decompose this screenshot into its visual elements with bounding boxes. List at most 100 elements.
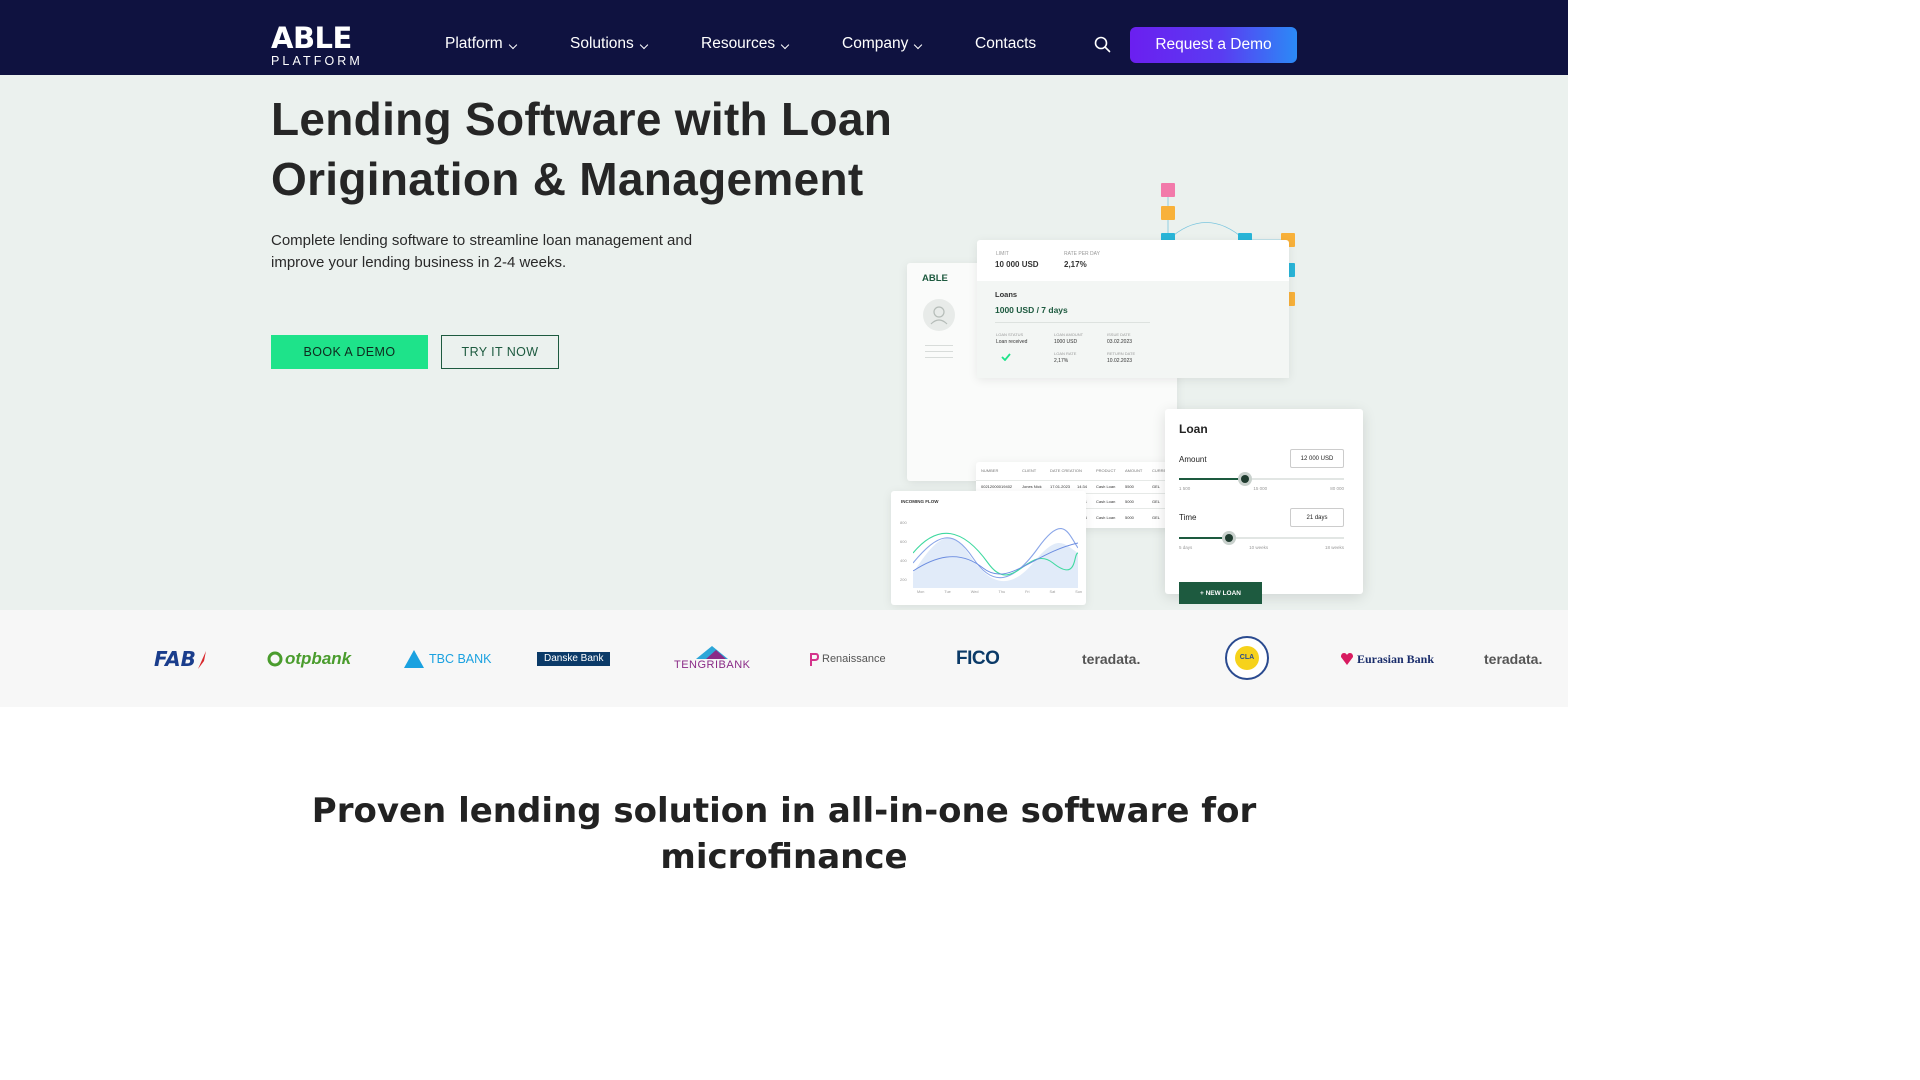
table-cell: Cash Loan <box>1096 515 1116 520</box>
partner-name: FICO <box>956 648 1000 669</box>
nav-solutions[interactable]: Solutions <box>570 35 649 53</box>
amount-max-label: 80 000 <box>1330 486 1344 491</box>
return-date-value: 10.02.2023 <box>1107 358 1133 364</box>
amount-input[interactable]: 12 000 USD <box>1290 449 1344 468</box>
time-slider-handle[interactable] <box>1221 531 1236 545</box>
logo-subtitle: PLATFORM <box>271 54 363 68</box>
incoming-flow-card: INCOMING FLOW 800 600 400 200 Mon Tue We… <box>891 491 1086 605</box>
loan-amount-value: 1000 USD <box>1054 339 1078 345</box>
flow-y-axis: 800 600 400 200 <box>900 513 912 589</box>
x-tick-label: Sat <box>1049 590 1056 594</box>
loan-amount-label: LOAN AMOUNT <box>1054 332 1084 337</box>
table-cell: 5000 <box>1125 499 1134 504</box>
y-tick-label: 400 <box>900 558 907 563</box>
table-header-cell: AMOUNT <box>1125 468 1143 473</box>
loan-rate-label: LOAN RATE <box>1054 351 1077 356</box>
able-platform-logo[interactable]: ABLE PLATFORM <box>271 21 363 69</box>
logo-wordmark: ABLE <box>271 21 352 55</box>
time-slider-track[interactable] <box>1179 531 1344 545</box>
hero-title: Lending Software with Loan Origination &… <box>271 93 893 205</box>
x-tick-label: Sun <box>1075 590 1082 594</box>
table-cell: GEL <box>1152 484 1161 489</box>
x-tick-label: Mon <box>917 590 925 594</box>
rate-value: 2,17% <box>1064 260 1087 269</box>
time-input[interactable]: 21 days <box>1290 508 1344 527</box>
chevron-down-icon <box>780 40 790 49</box>
partner-logo-danske: Danske Bank <box>537 645 611 673</box>
x-tick-label: Wed <box>970 590 979 594</box>
loan-rate-value: 2,17% <box>1054 358 1069 364</box>
loan-calculator-card: Loan Amount 12 000 USD 1 500 15 000 80 0… <box>1165 409 1363 604</box>
chevron-down-icon <box>508 40 517 49</box>
amount-slider-handle[interactable] <box>1238 472 1252 486</box>
partner-logo-cla: CLA <box>1225 635 1269 680</box>
flow-x-axis: Mon Tue Wed Thu Fri Sat Sun <box>917 590 1082 594</box>
search-icon[interactable] <box>1094 36 1111 53</box>
partner-logo-fico: FICO <box>956 645 1000 673</box>
app-logo: ABLE <box>922 273 948 284</box>
table-header-cell: PRODUCT <box>1096 468 1116 473</box>
table-header-row: NUMBER CLIENT DATE CREATION PRODUCT AMOU… <box>981 468 1176 473</box>
limit-value: 10 000 USD <box>995 260 1039 269</box>
table-cell: Jones Nick <box>1022 484 1042 489</box>
x-tick-label: Tue <box>944 590 951 594</box>
amount-label: Amount <box>1179 455 1207 464</box>
fab-mark-icon <box>197 651 206 669</box>
partner-logos-strip: FAB otpbank TBC BANK Danske Bank TENGRIB… <box>0 610 1568 707</box>
request-demo-button[interactable]: Request a Demo <box>1130 27 1297 63</box>
top-navigation-bar: ABLE PLATFORM Platform Solutions Resourc… <box>0 0 1568 75</box>
y-tick-label: 600 <box>900 539 907 544</box>
partner-logo-renaissance: Renaissance <box>809 645 886 673</box>
table-cell: Cash Loan <box>1096 484 1116 489</box>
partner-name: CLA <box>1235 645 1259 670</box>
table-row[interactable]: 00212000019402 Jones Nick 17.01.2023 14:… <box>981 484 1176 489</box>
nav-company[interactable]: Company <box>842 35 923 53</box>
try-it-now-button[interactable]: TRY IT NOW <box>441 335 559 369</box>
section-heading-line-2: microfinance <box>660 837 908 877</box>
loan-card-title: Loan <box>1179 422 1208 436</box>
flow-line-chart <box>913 528 1078 588</box>
nav-solutions-label: Solutions <box>570 35 634 52</box>
time-min-label: 5 days <box>1179 545 1193 550</box>
amount-mid-label: 15 000 <box>1253 486 1268 491</box>
table-cell: 00212000019402 <box>981 484 1013 489</box>
section-heading-line-1: Proven lending solution in all-in-one so… <box>311 791 1257 831</box>
issue-date-value: 03.02.2023 <box>1107 339 1133 345</box>
partner-logo-tbc: TBC BANK <box>403 645 492 673</box>
partner-name: Danske Bank <box>538 652 610 666</box>
user-avatar-icon <box>923 299 955 331</box>
time-max-label: 18 weeks <box>1324 545 1344 550</box>
loans-value: 1000 USD / 7 days <box>995 305 1068 315</box>
flow-title: INCOMING FLOW <box>901 499 939 504</box>
amount-slider-fill <box>1179 478 1245 480</box>
nav-platform[interactable]: Platform <box>445 35 517 53</box>
nav-resources[interactable]: Resources <box>701 35 790 53</box>
eurasian-heart-icon <box>1341 653 1353 665</box>
table-cell: GEL <box>1152 515 1161 520</box>
renaissance-mark-icon <box>810 653 819 666</box>
chevron-down-icon <box>914 40 923 49</box>
partner-logo-eurasian: Eurasian Bank <box>1340 645 1434 673</box>
x-tick-label: Thu <box>998 590 1006 594</box>
partner-logo-teradata: teradata. <box>1082 645 1140 673</box>
y-tick-label: 200 <box>900 577 907 582</box>
loan-status-label: LOAN STATUS <box>996 332 1024 337</box>
y-tick-label: 800 <box>900 520 907 525</box>
loans-label: Loans <box>995 290 1018 299</box>
nav-contacts[interactable]: Contacts <box>975 35 1036 53</box>
partner-logo-fab: FAB <box>154 645 208 673</box>
issue-date-label: ISSUE DATE <box>1107 332 1131 337</box>
new-loan-button[interactable]: + NEW LOAN <box>1179 582 1262 604</box>
table-header-cell: CLIENT <box>1022 468 1037 473</box>
time-scale: 5 days 10 weeks 18 weeks <box>1179 545 1344 550</box>
amount-slider-track[interactable] <box>1179 472 1344 486</box>
loan-details-card: LIMIT 10 000 USD RATE PER DAY 2,17% Loan… <box>977 240 1289 378</box>
nav-platform-label: Platform <box>445 35 503 52</box>
table-cell: 17.01.2023 <box>1050 484 1071 489</box>
x-tick-label: Fri <box>1025 590 1030 594</box>
book-demo-button[interactable]: BOOK A DEMO <box>271 335 428 369</box>
partner-name: Renaissance <box>822 653 886 665</box>
product-illustration: ABLE LIMIT 10 000 USD RATE PER DAY 2,17%… <box>880 175 1380 605</box>
partner-name: TENGRIBANK <box>674 659 751 671</box>
amount-min-label: 1 500 <box>1179 486 1191 491</box>
